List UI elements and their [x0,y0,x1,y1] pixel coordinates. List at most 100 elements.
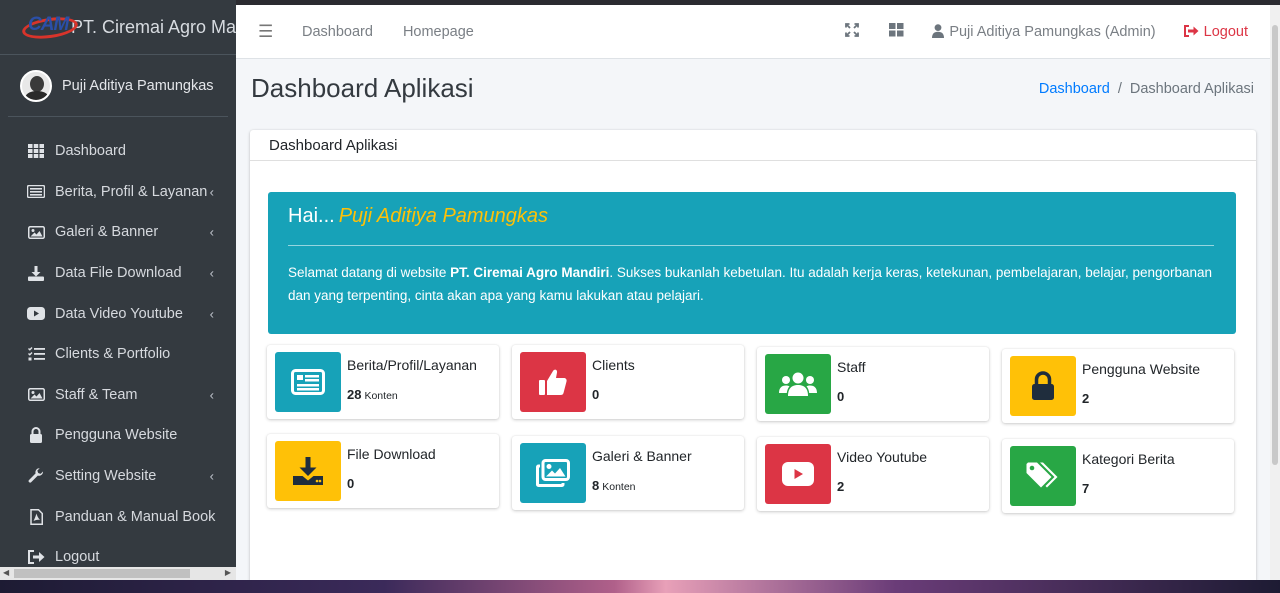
chevron-left-icon: ‹ [209,387,214,403]
breadcrumb-home-link[interactable]: Dashboard [1039,81,1110,97]
info-box-value: 2 [837,479,845,494]
wrench-icon [26,468,46,484]
newspaper-icon [275,352,341,412]
sidebar-item-label: Staff & Team [55,386,138,403]
scroll-right-arrow-icon[interactable]: ▶ [225,568,231,577]
logout-label: Logout [1203,24,1248,40]
sidebar-item-clients[interactable]: Clients & Portfolio [0,334,236,375]
info-box-kategori-berita[interactable]: Kategori Berita 7 [1002,439,1234,513]
download-icon [275,441,341,501]
sidebar-item-label: Clients & Portfolio [55,346,171,363]
welcome-callout: Hai... Puji Aditiya Pamungkas Selamat dat… [268,192,1236,334]
info-box-galeri[interactable]: Galeri & Banner 8 Konten [512,436,744,510]
info-box-label: Galeri & Banner [592,448,692,464]
sidebar-item-staff[interactable]: Staff & Team ‹ [0,375,236,416]
scroll-left-arrow-icon[interactable]: ◀ [3,568,9,577]
sidebar-item-label: Logout [55,549,100,566]
info-box-value: 7 [1082,481,1090,496]
breadcrumb-current: Dashboard Aplikasi [1129,81,1254,97]
sidebar: CAM PT. Ciremai Agro Ma Puji Aditiya Pam… [0,0,236,580]
brand-name: PT. Ciremai Agro Ma [70,16,236,37]
scrollbar-thumb[interactable] [1272,25,1278,465]
info-box-label: Pengguna Website [1082,361,1201,377]
chevron-left-icon: ‹ [209,468,214,484]
sidebar-item-label: Panduan & Manual Book [55,508,216,525]
divider [288,245,1214,246]
sign-out-icon [1183,24,1199,40]
users-icon [765,354,831,414]
sidebar-nav: Dashboard Berita, Profil & Layanan ‹ Gal… [0,117,236,578]
breadcrumb: Dashboard / Dashboard Aplikasi [1038,81,1254,97]
fullscreen-icon[interactable] [844,23,860,41]
sidebar-item-label: Data File Download [55,265,182,282]
info-box-label: Staff [837,359,866,375]
info-box-value: 8 Konten [592,478,636,493]
brand-link[interactable]: CAM PT. Ciremai Agro Ma [0,0,236,55]
info-box-staff[interactable]: Staff 0 [757,347,989,421]
chevron-left-icon: ‹ [209,265,214,281]
brand-logo: CAM [20,10,80,44]
images-icon [520,443,586,503]
page-vertical-scrollbar[interactable] [1270,5,1280,580]
download-icon [26,265,46,281]
nav-link-dashboard[interactable]: Dashboard [302,24,373,40]
user-panel[interactable]: Puji Aditiya Pamungkas [8,55,228,117]
sidebar-item-pengguna[interactable]: Pengguna Website [0,415,236,456]
newspaper-icon [26,184,46,200]
sidebar-item-label: Galeri & Banner [55,224,159,241]
scrollbar-thumb[interactable] [14,569,190,578]
sidebar-item-setting[interactable]: Setting Website ‹ [0,456,236,497]
sidebar-item-berita[interactable]: Berita, Profil & Layanan ‹ [0,172,236,213]
company-name: PT. Ciremai Agro Mandiri [450,265,610,280]
youtube-icon [26,306,46,322]
info-box-value: 28 Konten [347,387,398,402]
sidebar-item-video-youtube[interactable]: Data Video Youtube ‹ [0,293,236,334]
thumbs-up-icon [520,352,586,412]
sidebar-item-label: Pengguna Website [55,427,178,444]
sidebar-item-panduan[interactable]: Panduan & Manual Book [0,496,236,537]
info-box-file-download[interactable]: File Download 0 [267,434,499,508]
sidebar-item-file-download[interactable]: Data File Download ‹ [0,253,236,294]
tags-icon [1010,446,1076,506]
info-box-label: Video Youtube [837,449,928,465]
info-box-label: Kategori Berita [1082,451,1175,467]
sidebar-item-dashboard[interactable]: Dashboard [0,131,236,172]
logout-button[interactable]: Logout [1183,24,1248,40]
info-box-label: Berita/Profil/Layanan [347,357,477,373]
sidebar-item-label: Data Video Youtube [55,305,183,322]
navbar-user-name: Puji Aditiya Pamungkas (Admin) [949,24,1156,40]
info-box-value: 0 [592,387,600,402]
sidebar-item-label: Setting Website [55,468,157,485]
hamburger-menu-icon[interactable]: ☰ [258,22,273,42]
info-box-value: 0 [837,389,845,404]
image-icon [26,387,46,403]
info-box-video-youtube[interactable]: Video Youtube 2 [757,437,989,511]
user-icon [932,23,945,41]
info-box-label: File Download [347,446,436,462]
top-navbar: ☰ Dashboard Homepage Puji Aditiya Pamung… [236,5,1270,59]
info-box-value: 2 [1082,391,1090,406]
info-box-berita[interactable]: Berita/Profil/Layanan 28 Konten [267,345,499,419]
lock-icon [1010,356,1076,416]
sidebar-horizontal-scrollbar[interactable]: ◀ ▶ [0,567,236,580]
page-title: Dashboard Aplikasi [251,73,474,103]
desktop-background-strip [0,580,1280,593]
sign-out-icon [26,549,46,565]
card-title: Dashboard Aplikasi [250,130,1256,161]
grid-icon[interactable] [888,23,904,41]
nav-link-homepage[interactable]: Homepage [403,24,474,40]
th-icon [26,143,46,159]
welcome-message: Selamat datang di website PT. Ciremai Ag… [288,265,1213,303]
welcome-user-name: Puji Aditiya Pamungkas [338,205,549,227]
avatar [20,69,52,102]
navbar-user[interactable]: Puji Aditiya Pamungkas (Admin) [932,23,1156,41]
chevron-left-icon: ‹ [209,306,214,322]
image-icon [26,224,46,240]
info-box-clients[interactable]: Clients 0 [512,345,744,419]
navbar-right: Puji Aditiya Pamungkas (Admin) Logout [844,5,1270,59]
youtube-icon [765,444,831,504]
sidebar-item-galeri[interactable]: Galeri & Banner ‹ [0,212,236,253]
info-box-pengguna[interactable]: Pengguna Website 2 [1002,349,1234,423]
file-pdf-icon [26,508,46,525]
lock-icon [26,427,46,444]
